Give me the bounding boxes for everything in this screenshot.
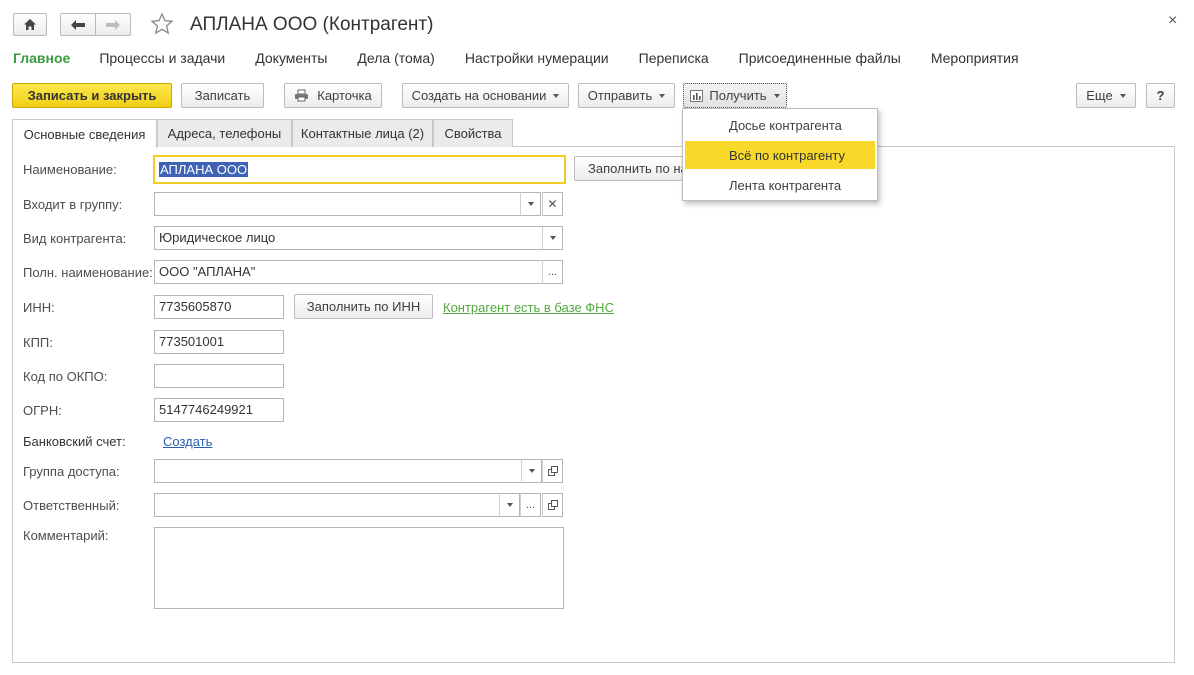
- open-form-icon: [547, 500, 558, 510]
- comment-textarea[interactable]: [154, 527, 564, 609]
- back-button[interactable]: [60, 13, 96, 36]
- get-button[interactable]: Получить: [683, 83, 787, 108]
- send-button[interactable]: Отправить: [578, 83, 675, 108]
- kind-label: Вид контрагента:: [23, 231, 127, 246]
- forward-button[interactable]: [96, 13, 131, 36]
- fill-by-name-label: Заполнить по на: [588, 161, 684, 176]
- name-label: Наименование:: [23, 162, 117, 177]
- section-processes[interactable]: Процессы и задачи: [99, 50, 225, 66]
- history-nav: [60, 13, 131, 36]
- access-group-input[interactable]: [154, 459, 522, 483]
- chevron-down-icon: [506, 503, 513, 507]
- menu-item-feed[interactable]: Лента контрагента: [685, 171, 875, 199]
- tab-addresses-phones[interactable]: Адреса, телефоны: [157, 119, 292, 147]
- arrow-right-icon: [106, 19, 120, 30]
- chevron-down-icon: [659, 93, 666, 98]
- access-group-label: Группа доступа:: [23, 464, 120, 479]
- clear-icon: ✕: [547, 197, 558, 211]
- access-group-open-button[interactable]: [542, 459, 563, 483]
- kind-select[interactable]: Юридическое лицо: [154, 226, 543, 250]
- fill-by-inn-button[interactable]: Заполнить по ИНН: [294, 294, 433, 319]
- responsible-dropdown-button[interactable]: [499, 493, 520, 517]
- close-icon[interactable]: ×: [1168, 12, 1177, 30]
- home-button[interactable]: [13, 13, 47, 36]
- home-icon: [24, 19, 36, 30]
- okpo-label: Код по ОКПО:: [23, 369, 108, 384]
- ellipsis-icon: ...: [525, 499, 536, 511]
- card-button-label: Карточка: [317, 88, 372, 103]
- okpo-input[interactable]: [154, 364, 284, 388]
- menu-item-dossier[interactable]: Досье контрагента: [685, 111, 875, 139]
- help-button[interactable]: ?: [1146, 83, 1175, 108]
- section-menu: Главное Процессы и задачи Документы Дела…: [13, 50, 1019, 66]
- section-main[interactable]: Главное: [13, 50, 70, 66]
- ogrn-label: ОГРН:: [23, 403, 62, 418]
- group-clear-button[interactable]: ✕: [542, 192, 563, 216]
- responsible-input[interactable]: [154, 493, 500, 517]
- get-dropdown-menu: Досье контрагента Всё по контрагенту Лен…: [682, 108, 878, 201]
- card-button[interactable]: Карточка: [284, 83, 382, 108]
- section-cases[interactable]: Дела (тома): [357, 50, 434, 66]
- full-name-edit-button[interactable]: ...: [542, 260, 563, 284]
- bank-account-label: Банковский счет:: [23, 434, 126, 449]
- kpp-label: КПП:: [23, 335, 53, 350]
- chevron-down-icon: [527, 202, 534, 206]
- fill-by-name-button[interactable]: Заполнить по на: [574, 156, 684, 181]
- group-label: Входит в группу:: [23, 197, 123, 212]
- inn-label: ИНН:: [23, 300, 55, 315]
- more-button-label: Еще: [1086, 88, 1113, 103]
- get-button-label: Получить: [709, 88, 767, 103]
- send-button-label: Отправить: [587, 88, 653, 103]
- section-documents[interactable]: Документы: [255, 50, 327, 66]
- favorite-star[interactable]: [150, 12, 174, 39]
- create-based-on-label: Создать на основании: [411, 88, 547, 103]
- star-icon: [150, 12, 174, 35]
- printer-icon: [295, 89, 309, 102]
- tab-main-info[interactable]: Основные сведения: [12, 119, 157, 148]
- chevron-down-icon: [1119, 93, 1126, 98]
- section-attached-files[interactable]: Присоединенные файлы: [739, 50, 901, 66]
- group-input[interactable]: [154, 192, 521, 216]
- chevron-down-icon: [549, 236, 556, 240]
- open-form-icon: [547, 466, 558, 476]
- bank-account-create-link[interactable]: Создать: [163, 434, 212, 449]
- kpp-input[interactable]: 773501001: [154, 330, 284, 354]
- ellipsis-icon: ...: [547, 266, 558, 278]
- ogrn-input[interactable]: 5147746249921: [154, 398, 284, 422]
- responsible-open-button[interactable]: [542, 493, 563, 517]
- tab-properties[interactable]: Свойства: [433, 119, 513, 147]
- section-events[interactable]: Мероприятия: [931, 50, 1019, 66]
- save-and-close-button[interactable]: Записать и закрыть: [12, 83, 172, 108]
- section-numbering[interactable]: Настройки нумерации: [465, 50, 609, 66]
- chevron-down-icon: [773, 93, 780, 98]
- kind-dropdown-button[interactable]: [542, 226, 563, 250]
- create-based-on-button[interactable]: Создать на основании: [402, 83, 569, 108]
- chevron-down-icon: [553, 93, 560, 98]
- tab-contact-persons[interactable]: Контактные лица (2): [292, 119, 433, 147]
- inn-input[interactable]: 7735605870: [154, 295, 284, 319]
- save-button[interactable]: Записать: [181, 83, 264, 108]
- arrow-left-icon: [71, 19, 85, 30]
- comment-label: Комментарий:: [23, 528, 109, 543]
- name-input[interactable]: АПЛАНА ООО: [153, 155, 566, 184]
- menu-item-everything[interactable]: Всё по контрагенту: [685, 141, 875, 169]
- full-name-input[interactable]: ООО "АПЛАНА": [154, 260, 543, 284]
- more-button[interactable]: Еще: [1076, 83, 1136, 108]
- name-input-value: АПЛАНА ООО: [159, 162, 249, 177]
- fns-status-link[interactable]: Контрагент есть в базе ФНС: [443, 300, 614, 315]
- chevron-down-icon: [528, 469, 535, 473]
- section-correspondence[interactable]: Переписка: [639, 50, 709, 66]
- group-dropdown-button[interactable]: [520, 192, 541, 216]
- responsible-select-button[interactable]: ...: [520, 493, 541, 517]
- page-title: АПЛАНА ООО (Контрагент): [190, 14, 434, 35]
- full-name-label: Полн. наименование:: [23, 265, 153, 280]
- responsible-label: Ответственный:: [23, 498, 120, 513]
- access-group-dropdown-button[interactable]: [521, 459, 542, 483]
- report-icon: [690, 89, 704, 102]
